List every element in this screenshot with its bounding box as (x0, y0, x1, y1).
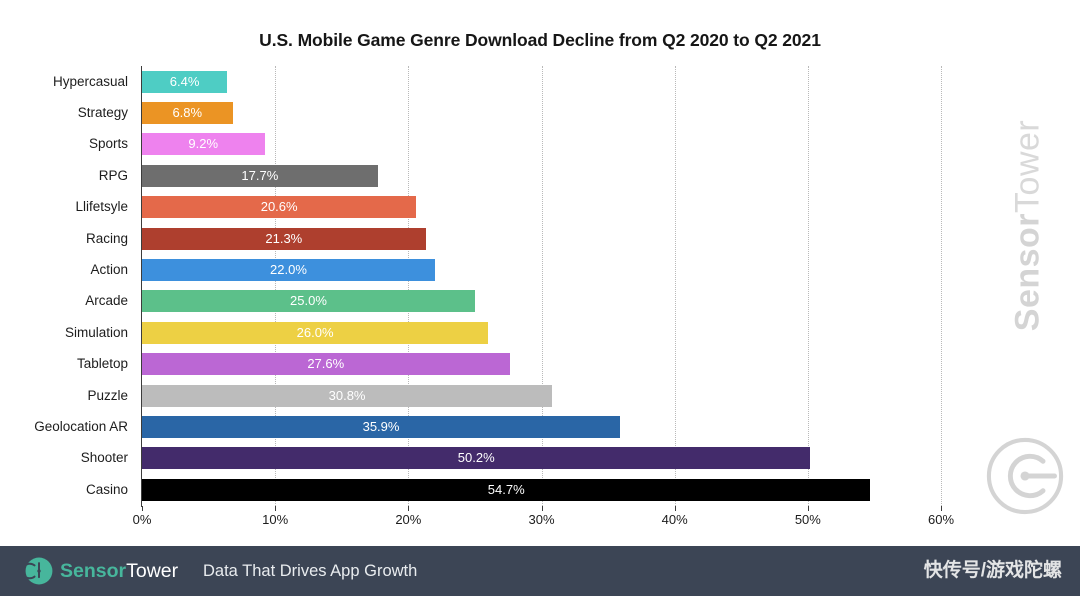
watermark-brand-light: Tower (1008, 119, 1047, 213)
bar-value-label: 9.2% (188, 136, 219, 152)
bar-row: Casino 54.7% (86, 474, 941, 505)
bar-value-label: 6.8% (172, 104, 203, 120)
bar-row: Tabletop 27.6% (77, 349, 941, 380)
bar-row: Shooter 50.2% (81, 443, 941, 474)
x-tick-mark (674, 506, 676, 511)
x-tick-mark (142, 506, 143, 511)
bar-row: Sports 9.2% (89, 129, 941, 160)
footer-tagline: Data That Drives App Growth (203, 562, 418, 580)
bar-value-label: 26.0% (296, 324, 334, 340)
footer-bar: SensorTower Data That Drives App Growth … (0, 546, 1080, 596)
bar-value-label: 21.3% (265, 230, 303, 246)
category-label-simulation: Simulation (64, 324, 128, 340)
bar-value-label: 17.7% (241, 167, 279, 183)
bar-row: RPG 17.7% (99, 160, 941, 191)
footer-brand-sensor: Sensor (60, 560, 127, 582)
category-label-llifetsyle: Llifetsyle (75, 199, 128, 215)
x-tick-label-40%: 40% (661, 512, 688, 527)
x-tick-label-0%: 0% (132, 512, 152, 527)
bar-value-label: 27.6% (307, 356, 345, 372)
x-tick-label-10%: 10% (262, 512, 289, 527)
x-tick-label-30%: 30% (528, 512, 555, 527)
source-watermark: 快传号/游戏陀螺 (923, 560, 1062, 581)
sensortower-logo-icon (986, 437, 1064, 515)
bar-row: Racing 21.3% (86, 223, 941, 254)
bar-value-label: 22.0% (270, 261, 307, 277)
bar-row: Geolocation AR 35.9% (34, 411, 941, 442)
chart-title: U.S. Mobile Game Genre Download Decline … (259, 30, 821, 50)
bar-row: Hypercasual 6.4% (53, 66, 941, 97)
sensortower-watermark: SensorTower (966, 60, 1080, 515)
category-label-racing: Racing (85, 230, 128, 246)
bar-row: Arcade 25.0% (85, 286, 941, 317)
x-tick-label-50%: 50% (794, 512, 821, 527)
bar-value-label: 30.8% (328, 387, 366, 403)
sensortower-logo-icon (25, 557, 53, 585)
bar-row: Action 22.0% (90, 254, 941, 285)
x-tick-mark (275, 506, 277, 511)
bar-value-label: 50.2% (457, 450, 495, 466)
category-label-sports: Sports (88, 136, 128, 152)
bar-value-label: 20.6% (260, 199, 298, 215)
category-label-geolocation-ar: Geolocation AR (34, 418, 128, 434)
watermark-brand-text: SensorTower (1009, 46, 1048, 406)
bar-row: Simulation 26.0% (65, 317, 941, 348)
category-label-action: Action (90, 261, 128, 277)
x-tick-label-60%: 60% (927, 512, 955, 527)
x-tick-mark (541, 506, 543, 511)
chart-container: U.S. Mobile Game Genre Download Decline … (0, 0, 1080, 546)
category-label-casino: Casino (85, 481, 128, 497)
bar-value-label: 54.7% (487, 481, 525, 497)
plot-area: Hypercasual 6.4% Strategy 6.8% Sports 9.2% RPG… (34, 66, 954, 527)
category-label-puzzle: Puzzle (87, 387, 128, 403)
gridline-60% (941, 66, 942, 506)
category-label-strategy: Strategy (77, 104, 128, 120)
bar-row: Puzzle 30.8% (87, 380, 941, 411)
category-label-rpg: RPG (98, 167, 128, 183)
footer-brand: SensorTower (60, 557, 178, 585)
category-label-tabletop: Tabletop (76, 356, 128, 372)
category-label-hypercasual: Hypercasual (52, 73, 128, 89)
x-tick-label-20%: 20% (395, 512, 422, 527)
watermark-brand-bold: Sensor (1008, 212, 1047, 332)
bar-row: Strategy 6.8% (78, 97, 941, 128)
bar-value-label: 25.0% (290, 293, 327, 309)
bar-value-label: 35.9% (362, 418, 400, 434)
x-tick-mark (408, 506, 410, 511)
bar-value-label: 6.4% (169, 73, 200, 89)
category-label-shooter: Shooter (80, 450, 128, 466)
x-tick-mark (807, 506, 809, 511)
category-label-arcade: Arcade (85, 293, 128, 309)
bar-row: Llifetsyle 20.6% (75, 192, 941, 223)
footer-brand-tower: Tower (126, 560, 179, 582)
x-tick-mark (941, 506, 942, 511)
